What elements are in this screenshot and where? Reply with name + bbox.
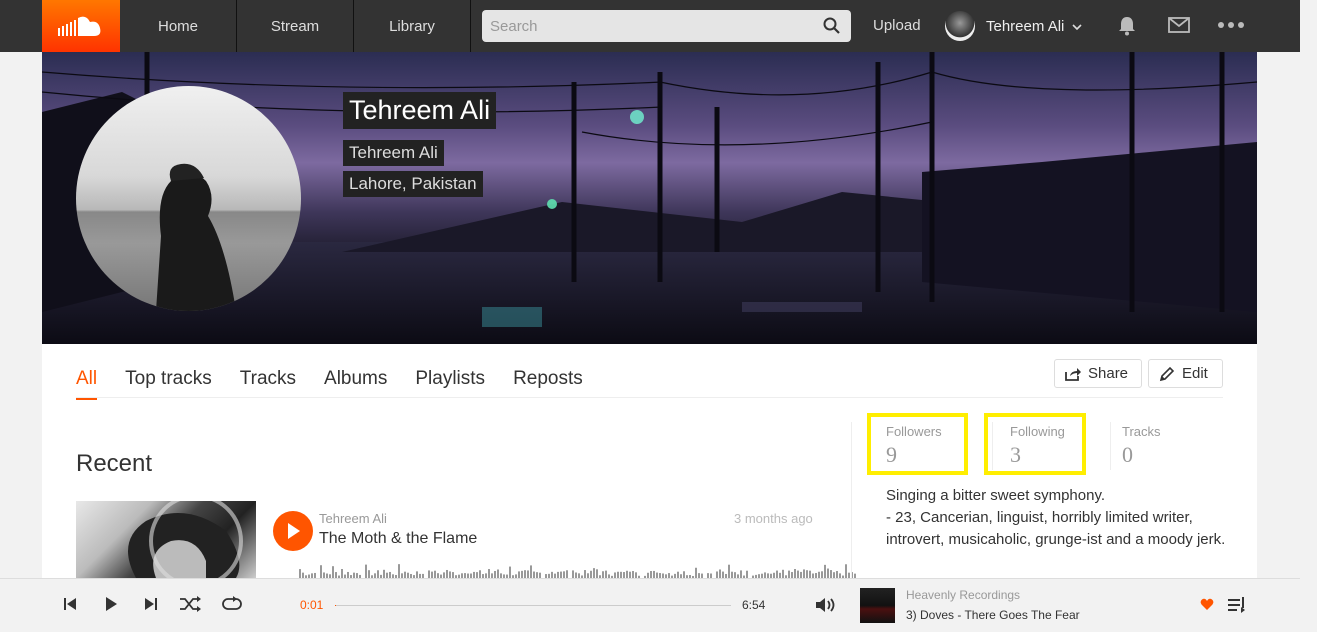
edit-button[interactable]: Edit (1148, 359, 1223, 388)
repeat-icon[interactable] (221, 596, 243, 617)
profile-full-name: Tehreem Ali (343, 140, 444, 166)
user-menu[interactable]: Tehreem Ali (945, 11, 1082, 41)
chevron-down-icon (1072, 17, 1082, 35)
progress-bar[interactable] (335, 605, 731, 606)
tab-top-tracks[interactable]: Top tracks (125, 368, 212, 400)
nav-library[interactable]: Library (354, 0, 471, 52)
total-time: 6:54 (742, 598, 766, 612)
nav-home[interactable]: Home (120, 0, 237, 52)
tab-all[interactable]: All (76, 368, 98, 400)
queue-icon[interactable] (1227, 596, 1245, 619)
soundcloud-logo-icon[interactable] (42, 0, 120, 52)
highlight-box-followers (867, 413, 968, 475)
track-uploader[interactable]: Tehreem Ali (319, 511, 387, 526)
user-name: Tehreem Ali (986, 17, 1065, 35)
highlight-box-following (984, 413, 1086, 475)
share-button[interactable]: Share (1054, 359, 1142, 388)
share-label: Share (1088, 365, 1129, 382)
tab-albums[interactable]: Albums (324, 368, 387, 400)
profile-bio: Singing a bitter sweet symphony. - 23, C… (886, 487, 1226, 548)
share-icon (1065, 367, 1081, 381)
now-playing-artist[interactable]: Heavenly Recordings (906, 588, 1020, 602)
top-nav-bar: Home Stream Library Upload Tehreem Ali (0, 0, 1300, 52)
tabs-divider (76, 397, 1223, 398)
search-icon[interactable] (823, 17, 841, 40)
profile-display-name: Tehreem Ali (343, 92, 497, 129)
avatar (945, 11, 975, 41)
search-box (482, 10, 851, 42)
progress-fill (335, 605, 337, 606)
tracks-stat[interactable]: Tracks 0 (1122, 424, 1161, 468)
volume-icon[interactable] (815, 596, 837, 619)
sidebar-divider (851, 422, 852, 578)
recent-heading: Recent (76, 450, 153, 477)
now-playing-artwork[interactable] (860, 588, 895, 623)
track-artwork[interactable] (76, 501, 256, 578)
profile-banner: Tehreem Ali Tehreem Ali Lahore, Pakistan (42, 52, 1257, 344)
tab-playlists[interactable]: Playlists (415, 368, 485, 400)
tab-reposts[interactable]: Reposts (513, 368, 583, 400)
pencil-icon (1159, 366, 1175, 381)
stat-divider (1110, 422, 1111, 470)
tracks-label: Tracks (1122, 424, 1161, 439)
current-time: 0:01 (300, 598, 324, 612)
play-icon (288, 523, 300, 539)
more-options-icon[interactable] (1217, 18, 1245, 37)
nav-stream[interactable]: Stream (237, 0, 354, 52)
upload-link[interactable]: Upload (873, 0, 921, 52)
profile-location: Lahore, Pakistan (343, 171, 483, 197)
playback-bar: 0:01 6:54 Heavenly Recordings 3) Doves -… (0, 578, 1300, 632)
edit-label: Edit (1182, 365, 1208, 382)
play-icon[interactable] (103, 596, 119, 617)
track-title[interactable]: The Moth & the Flame (319, 530, 477, 548)
tab-tracks[interactable]: Tracks (240, 368, 296, 400)
now-playing-title[interactable]: 3) Doves - There Goes The Fear (906, 608, 1080, 622)
skip-back-icon[interactable] (62, 596, 78, 617)
search-input[interactable] (482, 10, 812, 42)
profile-tabs: All Top tracks Tracks Albums Playlists R… (76, 368, 611, 400)
shuffle-icon[interactable] (179, 596, 201, 617)
like-heart-icon[interactable] (1200, 598, 1214, 616)
bell-icon[interactable] (1118, 16, 1136, 41)
mail-icon[interactable] (1168, 17, 1190, 38)
track-waveform[interactable] (299, 564, 859, 578)
profile-picture[interactable] (76, 86, 301, 311)
track-posted-time: 3 months ago (734, 511, 813, 526)
skip-forward-icon[interactable] (143, 596, 159, 617)
play-track-button[interactable] (273, 511, 313, 551)
tracks-count: 0 (1122, 442, 1133, 467)
profile-content: All Top tracks Tracks Albums Playlists R… (42, 344, 1257, 578)
